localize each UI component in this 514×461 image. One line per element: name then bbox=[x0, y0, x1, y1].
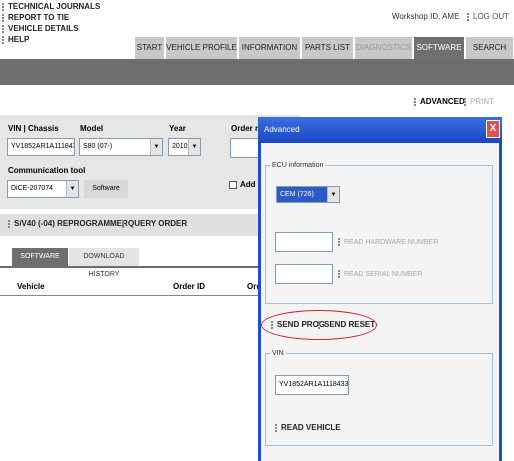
column-header-order-id: Order ID bbox=[173, 282, 206, 291]
ecu-value: CEM (726) bbox=[280, 191, 314, 198]
top-link-label: REPORT TO TIE bbox=[8, 13, 70, 22]
bullet-icon bbox=[2, 35, 4, 44]
add-to-checkbox[interactable] bbox=[229, 181, 237, 189]
ecu-legend: ECU information bbox=[272, 162, 324, 169]
top-link-label: TECHNICAL JOURNALS bbox=[8, 2, 101, 11]
top-link-label: HELP bbox=[8, 35, 30, 44]
chevron-down-icon: ▼ bbox=[66, 181, 78, 197]
bullet-icon bbox=[414, 97, 416, 106]
tab-diagnostics: DIAGNOSTICS bbox=[355, 37, 413, 59]
workshop-id: Workshop ID, AME bbox=[392, 12, 460, 21]
tab-label: PARTS LIST bbox=[304, 43, 351, 52]
bullet-icon bbox=[467, 12, 469, 21]
tab-download-history[interactable]: DOWNLOAD HISTORY bbox=[69, 248, 139, 278]
model-select[interactable]: S80 (07-) ▼ bbox=[79, 138, 163, 156]
bullet-icon bbox=[2, 2, 4, 11]
tab-parts-list[interactable]: PARTS LIST bbox=[302, 37, 354, 59]
tab-label: START bbox=[136, 43, 163, 52]
comm-tool-value: DiCE-207074 bbox=[11, 185, 54, 192]
bullet-icon bbox=[8, 219, 10, 228]
vin-input[interactable]: YV1852AR1A1118433 bbox=[7, 138, 75, 156]
logout-link[interactable]: LOG OUT bbox=[467, 12, 509, 21]
logout-label: LOG OUT bbox=[473, 12, 510, 21]
year-value: 2010 bbox=[172, 143, 188, 150]
hardware-number-input[interactable] bbox=[275, 232, 333, 252]
dialog-title: Advanced bbox=[264, 125, 300, 134]
bullet-icon bbox=[275, 423, 277, 432]
advanced-label: ADVANCED bbox=[420, 97, 465, 106]
read-vehicle-link[interactable]: READ VEHICLE bbox=[275, 423, 341, 432]
read-hardware-number-label: READ HARDWARE NUMBER bbox=[344, 238, 439, 246]
print-link[interactable]: PRINT bbox=[464, 97, 494, 106]
serial-number-input[interactable] bbox=[275, 264, 333, 284]
model-label: Model bbox=[80, 124, 104, 133]
subtab-label: SOFTWARE LIST bbox=[20, 253, 60, 278]
top-link-help[interactable]: HELP bbox=[2, 35, 29, 45]
tab-label: DIAGNOSTICS bbox=[355, 43, 412, 52]
year-select[interactable]: 2010 ▼ bbox=[168, 138, 201, 156]
read-vehicle-label: READ VEHICLE bbox=[281, 423, 341, 432]
chevron-down-icon: ▼ bbox=[150, 139, 162, 155]
software-button[interactable]: Software bbox=[84, 180, 128, 198]
comm-tool-select[interactable]: DiCE-207074 ▼ bbox=[7, 180, 79, 198]
read-serial-number-label: READ SERIAL NUMBER bbox=[344, 270, 423, 278]
table-header-divider bbox=[0, 295, 300, 296]
tab-search[interactable]: SEARCH bbox=[466, 37, 514, 59]
read-hardware-number-link[interactable]: READ HARDWARE NUMBER bbox=[338, 238, 438, 246]
top-link-vehicle-details[interactable]: VEHICLE DETAILS bbox=[2, 24, 79, 34]
top-link-label: VEHICLE DETAILS bbox=[8, 24, 79, 33]
tab-software-list[interactable]: SOFTWARE LIST bbox=[12, 248, 68, 278]
tab-label: VEHICLE PROFILE bbox=[166, 43, 237, 52]
read-serial-number-link[interactable]: READ SERIAL NUMBER bbox=[338, 270, 422, 278]
vin-legend: VIN bbox=[272, 350, 284, 357]
query-order-label: QUERY ORDER bbox=[128, 219, 188, 228]
column-header-vehicle: Vehicle bbox=[17, 282, 45, 291]
bullet-icon bbox=[464, 97, 466, 106]
vin-label: VIN | Chassis bbox=[8, 124, 59, 133]
comm-tool-label: Communication tool bbox=[8, 166, 86, 175]
close-icon[interactable]: X bbox=[486, 120, 500, 138]
highlight-ellipse bbox=[261, 310, 377, 340]
top-link-technical-journals[interactable]: TECHNICAL JOURNALS bbox=[2, 2, 100, 12]
bullet-icon bbox=[338, 270, 340, 278]
bullet-icon bbox=[2, 24, 4, 33]
chevron-down-icon: ▼ bbox=[188, 139, 200, 155]
bullet-icon bbox=[122, 219, 124, 228]
tab-software[interactable]: SOFTWARE bbox=[414, 37, 465, 59]
bullet-icon bbox=[2, 13, 4, 22]
tab-information[interactable]: INFORMATION bbox=[239, 37, 301, 59]
advanced-link[interactable]: ADVANCED bbox=[414, 97, 465, 106]
tab-label: SOFTWARE bbox=[416, 43, 462, 52]
tab-start[interactable]: START bbox=[135, 37, 165, 59]
year-label: Year bbox=[169, 124, 186, 133]
model-value: S80 (07-) bbox=[83, 143, 113, 150]
query-order-link[interactable]: QUERY ORDER bbox=[122, 219, 187, 228]
chevron-down-icon: ▼ bbox=[327, 187, 339, 202]
print-label: PRINT bbox=[470, 97, 494, 106]
top-link-report-to-tie[interactable]: REPORT TO TIE bbox=[2, 13, 69, 23]
ecu-select[interactable]: CEM (726) ▼ bbox=[276, 186, 340, 203]
tab-vehicle-profile[interactable]: VEHICLE PROFILE bbox=[166, 37, 238, 59]
dialog-vin-input[interactable]: YV1852AR1A1118433 bbox=[275, 375, 349, 395]
nav-bar bbox=[0, 59, 514, 85]
dialog-title-bar[interactable]: Advanced bbox=[258, 117, 502, 143]
tab-label: INFORMATION bbox=[241, 43, 298, 52]
order-input[interactable] bbox=[230, 138, 260, 158]
reprogrammer-link[interactable]: S/V40 (-04) REPROGRAMMER bbox=[8, 219, 128, 228]
subtab-label: DOWNLOAD HISTORY bbox=[83, 253, 125, 278]
tab-label: SEARCH bbox=[472, 43, 507, 52]
reprogrammer-label: S/V40 (-04) REPROGRAMMER bbox=[14, 219, 128, 228]
bullet-icon bbox=[338, 238, 340, 246]
close-glyph: X bbox=[489, 123, 497, 134]
